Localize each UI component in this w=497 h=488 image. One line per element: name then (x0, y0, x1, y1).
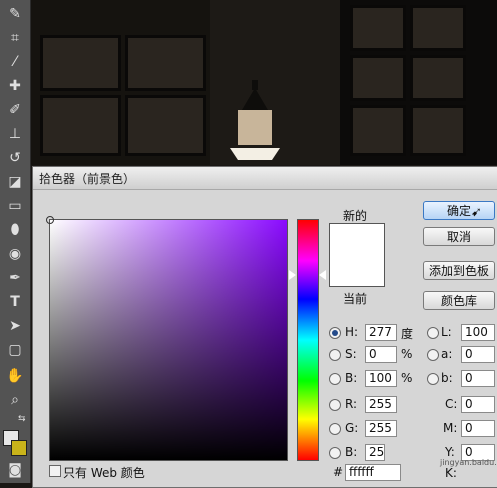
window-pane (350, 5, 406, 51)
s-unit: % (401, 347, 413, 361)
g-label: G: (345, 421, 359, 435)
s-radio[interactable] (329, 349, 341, 361)
window-pane (40, 35, 121, 91)
web-colors-checkbox[interactable] (49, 465, 61, 477)
b-radio[interactable] (329, 373, 341, 385)
street-lamp (230, 80, 280, 160)
hand-icon[interactable]: ✋ (4, 366, 26, 386)
dialog-title: 拾色器（前景色） (39, 172, 136, 186)
a-input[interactable]: 0 (461, 346, 495, 363)
y-label: Y: (445, 445, 455, 459)
new-color-swatch (329, 223, 385, 287)
r-label: R: (345, 397, 358, 411)
a-label: a: (441, 347, 453, 361)
hue-slider-right-arrow-icon[interactable] (319, 270, 326, 280)
r-radio[interactable] (329, 399, 341, 411)
window-pane (125, 95, 206, 156)
b-label: B: (345, 371, 358, 385)
m-input[interactable]: 0 (461, 420, 495, 437)
color-field-cursor[interactable] (46, 216, 54, 224)
g-input[interactable]: 255 (365, 420, 397, 437)
mouse-cursor-icon: ➹ (471, 205, 482, 220)
background-color-swatch[interactable] (11, 440, 27, 456)
path-selection-icon[interactable]: ➤ (4, 316, 26, 336)
hex-input[interactable]: ffffff (345, 464, 401, 481)
hex-label: # (333, 465, 344, 479)
pen-icon[interactable]: ✒ (4, 268, 26, 288)
k-label: K: (445, 466, 457, 480)
healing-brush-icon[interactable]: ✚ (4, 76, 26, 96)
color-picker-dialog: 拾色器（前景色） 新的 当前 确定 ➹ 取消 添加到色板 颜色库 H: 277 … (32, 166, 497, 488)
b-unit: % (401, 371, 413, 385)
h-input[interactable]: 277 (365, 324, 397, 341)
h-unit: 度 (401, 327, 414, 341)
clone-stamp-icon[interactable]: ⊥ (4, 124, 26, 144)
s-label: S: (345, 347, 357, 361)
color-field[interactable] (49, 219, 288, 461)
dialog-titlebar: 拾色器（前景色） (33, 167, 497, 190)
c-input[interactable]: 0 (461, 396, 495, 413)
window-pane (350, 55, 406, 101)
l-input[interactable]: 100 (461, 324, 495, 341)
hue-slider[interactable] (297, 219, 319, 461)
r-input[interactable]: 255 (365, 396, 397, 413)
eyedropper-icon[interactable]: ⁄ (4, 52, 26, 72)
cancel-button[interactable]: 取消 (423, 227, 495, 246)
color-libraries-button[interactable]: 颜色库 (423, 291, 495, 310)
window-pane (410, 5, 466, 51)
blue-radio[interactable] (329, 447, 341, 459)
s-input[interactable]: 0 (365, 346, 397, 363)
window-pane (350, 105, 406, 156)
window-pane (125, 35, 206, 91)
h-radio[interactable] (329, 327, 341, 339)
lab-b-radio[interactable] (427, 373, 439, 385)
window-pane (40, 95, 121, 156)
brush-icon[interactable]: ✐ (4, 100, 26, 120)
shape-icon[interactable]: ▢ (4, 340, 26, 360)
lab-b-label: b: (441, 371, 453, 385)
l-label: L: (441, 325, 452, 339)
l-radio[interactable] (427, 327, 439, 339)
add-to-swatches-button[interactable]: 添加到色板 (423, 261, 495, 280)
m-label: M: (443, 421, 458, 435)
dodge-icon[interactable]: ◉ (4, 244, 26, 264)
blue-input[interactable]: 25 (365, 444, 385, 461)
quick-mask-icon[interactable]: ◙ (4, 460, 26, 480)
web-colors-label: 只有 Web 颜色 (63, 466, 145, 480)
window-pane (410, 55, 466, 101)
h-label: H: (345, 325, 359, 339)
blur-icon[interactable]: ⬮ (4, 220, 26, 240)
g-radio[interactable] (329, 423, 341, 435)
watermark: jingyan.baidu.com (440, 458, 497, 467)
c-label: C: (445, 397, 458, 411)
tools-panel: ✎ ⌗ ⁄ ✚ ✐ ⊥ ↺ ◪ ▭ ⬮ ◉ ✒ T ➤ ▢ ✋ ⌕ ⇆ ◙ (0, 0, 31, 483)
b-input[interactable]: 100 (365, 370, 397, 387)
ok-button[interactable]: 确定 (423, 201, 495, 220)
gradient-icon[interactable]: ▭ (4, 196, 26, 216)
brush-icon[interactable]: ✎ (4, 4, 26, 24)
new-color-label: 新的 (343, 209, 368, 223)
eraser-icon[interactable]: ◪ (4, 172, 26, 192)
history-brush-icon[interactable]: ↺ (4, 148, 26, 168)
swap-colors-icon[interactable]: ⇆ (18, 414, 26, 424)
current-color-label: 当前 (343, 292, 368, 306)
crop-icon[interactable]: ⌗ (4, 28, 26, 48)
lab-b-input[interactable]: 0 (461, 370, 495, 387)
a-radio[interactable] (427, 349, 439, 361)
type-icon[interactable]: T (4, 292, 26, 312)
window-pane (410, 105, 466, 156)
hue-slider-left-arrow-icon[interactable] (289, 270, 296, 280)
zoom-icon[interactable]: ⌕ (4, 390, 26, 410)
blue-label: B: (345, 445, 358, 459)
